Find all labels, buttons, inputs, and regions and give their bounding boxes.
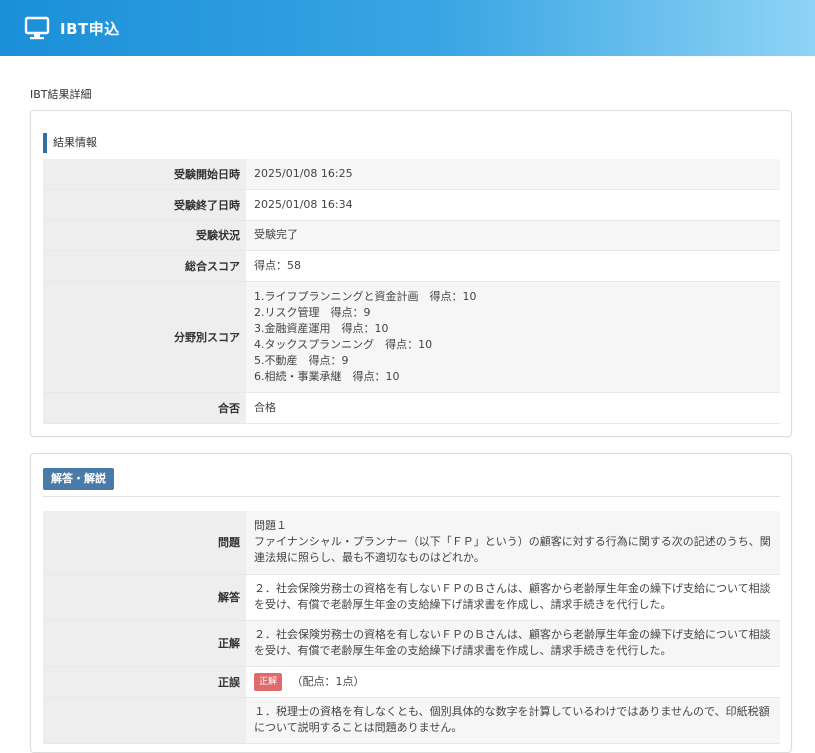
table-row: 正解 ２．社会保険労務士の資格を有しないＦＰのＢさんは、顧客から老齢厚生年金の繰…: [43, 620, 780, 667]
row-value: 受験完了: [246, 220, 780, 251]
row-label: 問題: [43, 511, 246, 575]
monitor-icon: [24, 16, 50, 40]
score-line: 2.リスク管理 得点：9: [254, 305, 371, 319]
correct-badge: 正解: [254, 672, 283, 691]
answers-explanation-button[interactable]: 解答・解説: [43, 468, 114, 490]
result-section-title: 結果情報: [43, 133, 97, 153]
row-value: 2025/01/08 16:25: [246, 159, 780, 190]
app-title: IBT申込: [60, 19, 120, 38]
table-row: 解答 ２．社会保険労務士の資格を有しないＦＰのＢさんは、顧客から老齢厚生年金の繰…: [43, 574, 780, 621]
breadcrumb: IBT結果詳細: [30, 88, 92, 101]
row-value: 正解 （配点：1点）: [246, 666, 780, 698]
table-row: 正誤 正解 （配点：1点）: [43, 666, 780, 698]
row-label: 受験終了日時: [43, 189, 246, 221]
question-text: ファイナンシャル・プランナー（以下「ＦＰ」という）の顧客に対する行為に関する次の…: [254, 535, 771, 565]
row-value: 1.ライフプランニングと資金計画 得点：10 2.リスク管理 得点：9 3.金融…: [246, 281, 780, 393]
row-label: 分野別スコア: [43, 281, 246, 393]
divider: [43, 496, 780, 497]
result-panel: 結果情報 受験開始日時 2025/01/08 16:25 受験終了日時 2025…: [30, 110, 792, 437]
question-number: 問題１: [254, 519, 287, 533]
table-row: １．税理士の資格を有しなくとも、個別具体的な数字を計算しているわけではありません…: [43, 697, 780, 744]
row-value: 問題１ ファイナンシャル・プランナー（以下「ＦＰ」という）の顧客に対する行為に関…: [246, 511, 780, 575]
row-label: 受験開始日時: [43, 159, 246, 190]
score-line: 1.ライフプランニングと資金計画 得点：10: [254, 289, 477, 303]
score-line: 4.タックスプランニング 得点：10: [254, 337, 433, 351]
row-label: 受験状況: [43, 220, 246, 251]
points-text: （配点：1点）: [291, 674, 365, 688]
table-row: 問題 問題１ ファイナンシャル・プランナー（以下「ＦＰ」という）の顧客に対する行…: [43, 511, 780, 575]
app-header: IBT申込: [0, 0, 815, 56]
row-value: ２．社会保険労務士の資格を有しないＦＰのＢさんは、顧客から老齢厚生年金の繰下げ支…: [246, 574, 780, 621]
table-row: 分野別スコア 1.ライフプランニングと資金計画 得点：10 2.リスク管理 得点…: [43, 281, 780, 393]
row-value: １．税理士の資格を有しなくとも、個別具体的な数字を計算しているわけではありません…: [246, 697, 780, 744]
table-row: 総合スコア 得点：58: [43, 250, 780, 282]
row-label: 正誤: [43, 666, 246, 698]
table-row: 合否 合格: [43, 392, 780, 424]
table-row: 受験状況 受験完了: [43, 220, 780, 251]
score-line: 3.金融資産運用 得点：10: [254, 321, 389, 335]
row-value: 得点：58: [246, 250, 780, 282]
score-line: 5.不動産 得点：9: [254, 353, 349, 367]
row-label: 合否: [43, 392, 246, 424]
score-line: 6.相続・事業承継 得点：10: [254, 369, 400, 383]
row-label: 解答: [43, 574, 246, 621]
table-row: 受験開始日時 2025/01/08 16:25: [43, 159, 780, 190]
answers-table: 問題 問題１ ファイナンシャル・プランナー（以下「ＦＰ」という）の顧客に対する行…: [43, 511, 780, 744]
answers-panel: 解答・解説 問題 問題１ ファイナンシャル・プランナー（以下「ＦＰ」という）の顧…: [30, 453, 792, 753]
table-row: 受験終了日時 2025/01/08 16:34: [43, 189, 780, 221]
row-label: 正解: [43, 620, 246, 667]
row-label: [43, 697, 246, 744]
row-label: 総合スコア: [43, 250, 246, 282]
row-value: 2025/01/08 16:34: [246, 189, 780, 221]
row-value: ２．社会保険労務士の資格を有しないＦＰのＢさんは、顧客から老齢厚生年金の繰下げ支…: [246, 620, 780, 667]
result-table: 受験開始日時 2025/01/08 16:25 受験終了日時 2025/01/0…: [43, 159, 780, 424]
row-value: 合格: [246, 392, 780, 424]
